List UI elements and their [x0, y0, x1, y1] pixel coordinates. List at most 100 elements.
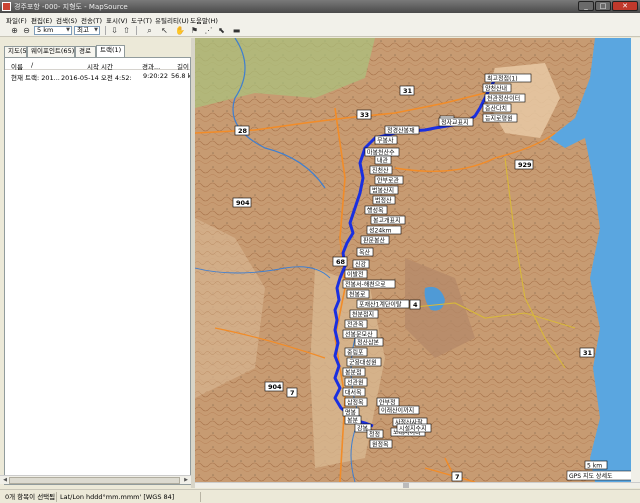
map-vertical-scrollbar[interactable] — [631, 38, 640, 482]
waypoint-label: 봉고개표지 — [373, 217, 401, 225]
waypoint-label: 정경산봉재 — [387, 127, 415, 135]
pointer-tool-icon[interactable]: ⬉ — [217, 26, 226, 35]
waypoint-label: 무봉사 — [377, 137, 394, 145]
waypoint-label: 청정 — [369, 432, 380, 439]
app-icon — [2, 2, 11, 11]
waypoint-label: 신강 — [355, 261, 367, 269]
waypoint-label: 대서목 — [345, 389, 362, 397]
waypoint-label: 포재산1계단이탈 — [359, 301, 402, 309]
toolbar-separator — [136, 26, 137, 35]
waypoint-label: 봉분점 — [345, 369, 362, 377]
receive-from-device-icon[interactable]: ⇩ — [110, 26, 119, 35]
column-header-name[interactable]: 이름 — [11, 61, 31, 71]
status-empty — [200, 492, 638, 502]
road-number: 33 — [360, 111, 369, 119]
track-length-cell: 56.8 k — [171, 72, 191, 80]
waypoint-label: 범정산 — [375, 197, 392, 205]
list-horizontal-scrollbar[interactable]: ◀ ▶ — [0, 475, 191, 484]
app-window: 경주포항 -000- 지형도 - MapSource _ □ ✕ 파일(F) 편… — [0, 0, 640, 503]
column-header-length[interactable]: 길이 — [177, 61, 190, 71]
waypoint-label: 마봉천산수 — [367, 149, 395, 157]
waypoint-label: 원정목 — [372, 441, 389, 449]
waypoint-label: 성24km — [369, 227, 392, 235]
select-tool-icon[interactable]: ↖ — [160, 26, 169, 35]
tab-waypoints[interactable]: 웨이포인트(65) — [27, 46, 75, 57]
scrollbar-thumb[interactable] — [9, 477, 180, 484]
toolbar-separator — [105, 26, 106, 35]
detail-level-select[interactable]: 최고 ▼ — [74, 26, 100, 35]
status-bar: 0개 항목이 선택됨 Lat/Lon hddd°mm.mmm' [WGS 84] — [0, 489, 640, 503]
scale-label: 5 km — [587, 463, 602, 470]
waypoint-label: 이발전 — [347, 271, 364, 279]
waypoint-label: 옥산 — [359, 249, 371, 257]
maximize-button[interactable]: □ — [595, 1, 611, 11]
table-row[interactable]: 현재 트랙: 201... 2016-05-14 오전 4:52:26 9:20… — [5, 71, 191, 82]
waypoint-label: 선봉문모산 — [345, 331, 373, 339]
waypoint-label: 능지로평원 — [485, 115, 513, 123]
toolbar: ⊕ ⊖ 5 km ▼ 최고 ▼ ⇩ ⇧ ⌕ ↖ ✋ ⚑ ⋰ ⬉ ▬ — [0, 24, 640, 37]
waypoint-label: 전봉서-해천으로 — [345, 281, 386, 289]
detail-level-value: 최고 — [77, 26, 89, 34]
column-header-start-time[interactable]: 시작 시간 — [87, 61, 127, 71]
route-tool-icon[interactable]: ⋰ — [204, 26, 213, 35]
waypoint-label: 판문봉산 — [363, 237, 386, 245]
waypoint-tool-icon[interactable]: ⚑ — [190, 26, 199, 35]
status-coord-format: Lat/Lon hddd°mm.mmm' [WGS 84] — [56, 492, 196, 502]
road-number: 7 — [290, 389, 295, 397]
window-title: 경주포항 -000- 지형도 - MapSource — [14, 3, 128, 11]
tab-maps[interactable]: 지도(5) — [4, 46, 29, 57]
zoom-out-icon[interactable]: ⊖ — [22, 26, 31, 35]
waypoint-label: 천분점지 — [352, 311, 374, 319]
waypoint-label: 안부로관 — [377, 177, 400, 185]
data-pane: 지도(5) 웨이포인트(65) 경로 트랙(1) 이름 / 시작 시간 경과..… — [0, 38, 191, 488]
map-name-label: GPS 지도 상세도 — [569, 472, 613, 480]
map-horizontal-scrollbar[interactable] — [195, 482, 640, 488]
menu-bar: 파일(F) 편집(E) 검색(S) 전송(T) 표시(V) 도구(T) 유틸리티… — [0, 13, 640, 25]
waypoint-label: 전관목 — [347, 321, 364, 329]
waypoint-label: 중림포 — [347, 349, 364, 357]
waypoint-label: 증산다치 — [485, 105, 507, 113]
column-header-elapsed[interactable]: 경과... — [142, 61, 170, 71]
waypoint-label: 내관 — [377, 157, 389, 165]
waypoint-label: 천관정산이터 — [487, 95, 520, 103]
road-number: 904 — [236, 199, 250, 207]
sort-indicator: / — [31, 61, 34, 69]
status-selection: 0개 항목이 선택됨 — [5, 493, 56, 501]
waypoint-label: 삼정목 — [347, 399, 364, 407]
minimize-button[interactable]: _ — [578, 1, 594, 11]
tab-routes[interactable]: 경로 — [75, 46, 96, 57]
waypoint-label: 정산삼본 — [357, 339, 380, 347]
map-canvas[interactable]: 312833209299049044317687 최고정점(1)양천산내천관정산… — [195, 38, 640, 482]
scroll-right-icon[interactable]: ▶ — [182, 477, 190, 484]
track-elapsed-cell: 9:20:22 — [142, 72, 168, 80]
road-number: 929 — [518, 161, 532, 169]
waypoint-label: 정자교표지 — [441, 119, 469, 127]
road-number: 7 — [455, 473, 460, 481]
map-view[interactable]: 312833209299049044317687 최고정점(1)양천산내천관정산… — [195, 38, 640, 482]
waypoint-label: 명봉 — [345, 409, 357, 417]
track-start-cell: 2016-05-14 오전 4:52:26 — [61, 74, 131, 82]
road-number: 904 — [268, 383, 282, 391]
pan-tool-icon[interactable]: ✋ — [175, 26, 185, 35]
road-number: 31 — [583, 349, 593, 357]
send-to-device-icon[interactable]: ⇧ — [122, 26, 131, 35]
zoom-scale-select[interactable]: 5 km ▼ — [34, 26, 72, 35]
waypoint-label: 진천산 — [372, 167, 389, 175]
measure-tool-icon[interactable]: ▬ — [232, 26, 241, 35]
title-bar: 경주포항 -000- 지형도 - MapSource _ □ ✕ — [0, 0, 640, 13]
terrain-layer — [195, 38, 640, 482]
waypoint-label: 최고정점(1) — [487, 75, 518, 83]
waypoint-label: 행성목 — [367, 207, 384, 215]
close-button[interactable]: ✕ — [612, 1, 638, 11]
waypoint-label: 선관원 — [347, 379, 364, 387]
scroll-left-icon[interactable]: ◀ — [1, 477, 9, 484]
zoom-in-icon[interactable]: ⊕ — [10, 26, 19, 35]
scrollbar-thumb[interactable] — [403, 483, 409, 488]
tab-tracks[interactable]: 트랙(1) — [96, 45, 125, 57]
waypoint-label: 천봉로 — [349, 291, 366, 299]
chevron-down-icon: ▼ — [66, 27, 70, 33]
waypoint-label: 안부정 — [379, 399, 396, 407]
road-number: 28 — [238, 127, 248, 135]
zoom-tool-icon[interactable]: ⌕ — [145, 26, 154, 35]
waypoint-label: 이래산이까지 — [381, 407, 414, 415]
